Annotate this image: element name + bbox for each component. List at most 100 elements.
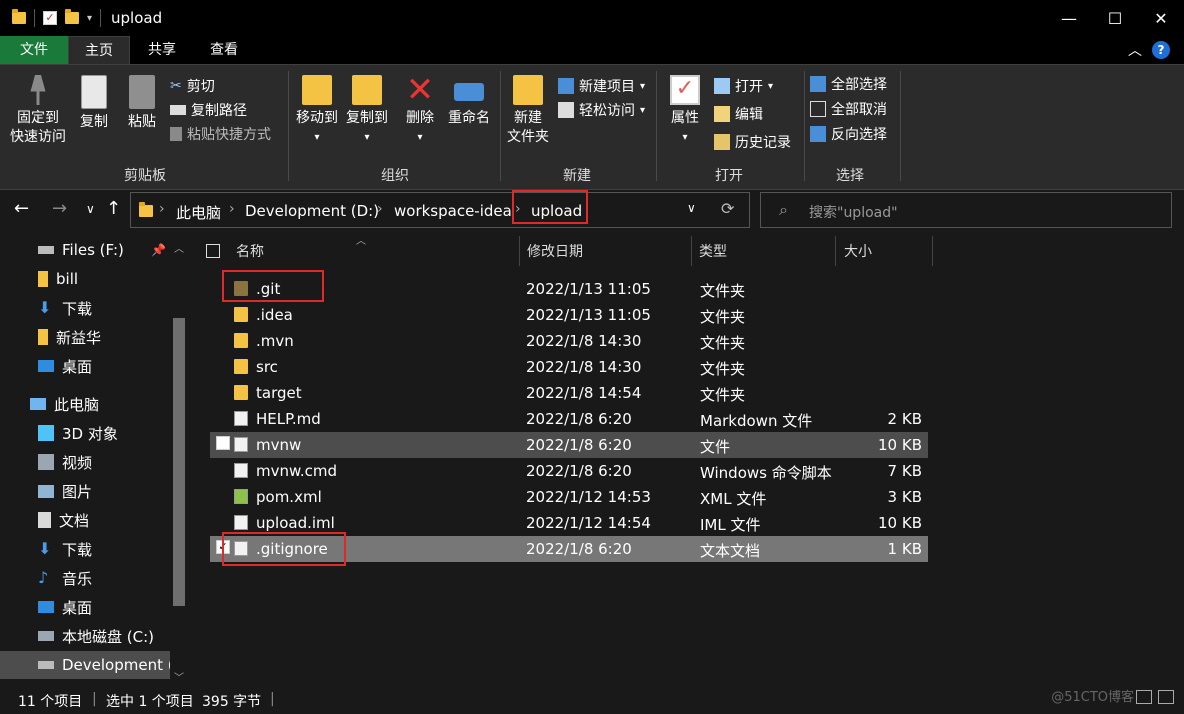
nav-item-3d-objects[interactable]: 3D 对象 bbox=[0, 419, 170, 447]
delete-button[interactable]: ✕ 删除 ▾ bbox=[400, 75, 440, 147]
breadcrumb-separator[interactable]: › bbox=[377, 201, 383, 217]
up-arrow-icon[interactable]: ↑ bbox=[106, 198, 121, 219]
details-view-icon[interactable] bbox=[1136, 690, 1152, 704]
new-item-button[interactable]: 新建项目 ▾ bbox=[558, 75, 645, 97]
copy-to-button[interactable]: 复制到 ▾ bbox=[342, 75, 392, 147]
highlight-box bbox=[512, 190, 588, 224]
invert-selection-button[interactable]: 反向选择 bbox=[810, 123, 887, 145]
status-bar: 11 个项目 | 选中 1 个项目 395 字节 | bbox=[0, 684, 1184, 714]
properties-icon[interactable]: ✓ bbox=[43, 11, 57, 25]
history-button[interactable]: 历史记录 bbox=[714, 131, 791, 153]
nav-item-development-d[interactable]: Development ( bbox=[0, 651, 170, 679]
nav-item-pictures[interactable]: 图片 bbox=[0, 477, 170, 505]
easy-access-button[interactable]: 轻松访问 ▾ bbox=[558, 99, 645, 121]
copy-button[interactable]: 复制 bbox=[72, 75, 116, 132]
breadcrumb-development[interactable]: Development (D:) bbox=[245, 202, 379, 220]
forward-arrow-icon[interactable]: → bbox=[52, 198, 67, 219]
group-label-select: 选择 bbox=[815, 165, 885, 185]
divider[interactable] bbox=[519, 236, 520, 266]
rename-button[interactable]: 重命名 bbox=[444, 75, 494, 128]
large-icons-view-icon[interactable] bbox=[1158, 690, 1174, 704]
nav-item-files-f[interactable]: Files (F:) 📌 bbox=[0, 236, 170, 264]
file-row-pom-xml[interactable]: pom.xml 2022/1/12 14:53 XML 文件 3 KB bbox=[210, 484, 928, 510]
tab-file[interactable]: 文件 bbox=[0, 36, 68, 64]
divider[interactable] bbox=[835, 236, 836, 266]
copy-icon bbox=[81, 75, 107, 109]
select-none-icon bbox=[810, 101, 826, 117]
collapse-ribbon-icon[interactable]: ︿ bbox=[1128, 40, 1142, 60]
nav-item-this-pc[interactable]: 此电脑 bbox=[0, 390, 170, 418]
column-header-name[interactable]: 名称 ︿ bbox=[206, 232, 516, 270]
file-row-mvnw-cmd[interactable]: mvnw.cmd 2022/1/8 6:20 Windows 命令脚本 7 KB bbox=[210, 458, 928, 484]
tab-share[interactable]: 共享 bbox=[134, 36, 190, 64]
file-row-help-md[interactable]: HELP.md 2022/1/8 6:20 Markdown 文件 2 KB bbox=[210, 406, 928, 432]
breadcrumb-this-pc[interactable]: 此电脑 bbox=[176, 202, 221, 223]
scroll-up-icon[interactable]: ︿ bbox=[174, 240, 184, 255]
select-none-button[interactable]: 全部取消 bbox=[810, 98, 887, 120]
open-button[interactable]: 打开 ▾ bbox=[714, 75, 773, 97]
new-folder-button[interactable]: 新建 文件夹 bbox=[504, 75, 552, 147]
file-row-src[interactable]: src 2022/1/8 14:30 文件夹 bbox=[210, 354, 928, 380]
folder-icon bbox=[234, 359, 248, 374]
nav-item-music[interactable]: ♪ 音乐 bbox=[0, 564, 170, 592]
breadcrumb-separator[interactable]: › bbox=[159, 201, 165, 217]
file-row-target[interactable]: target 2022/1/8 14:54 文件夹 bbox=[210, 380, 928, 406]
copy-path-button[interactable]: 复制路径 bbox=[170, 99, 247, 121]
new-folder-icon[interactable] bbox=[65, 12, 79, 24]
back-arrow-icon[interactable]: ← bbox=[14, 198, 29, 219]
customize-quick-access-icon[interactable]: ▾ bbox=[87, 13, 92, 24]
minimize-button[interactable]: — bbox=[1046, 0, 1092, 36]
properties-button[interactable]: ✓ 属性 ▾ bbox=[662, 75, 708, 147]
pin-icon[interactable]: 📌 bbox=[151, 243, 166, 257]
move-to-icon bbox=[302, 75, 332, 105]
nav-scrollbar[interactable]: ︿ ﹀ bbox=[171, 240, 187, 684]
file-icon bbox=[234, 515, 248, 530]
download-icon: ⬇ bbox=[38, 541, 54, 557]
divider[interactable] bbox=[932, 236, 933, 266]
nav-item-downloads[interactable]: ⬇ 下载 bbox=[0, 294, 170, 322]
close-button[interactable]: ✕ bbox=[1138, 0, 1184, 36]
column-header-date[interactable]: 修改日期 bbox=[527, 232, 687, 270]
nav-item-xinyihua[interactable]: 新益华 bbox=[0, 323, 170, 351]
row-checkbox[interactable] bbox=[216, 436, 230, 450]
search-placeholder[interactable]: 搜索"upload" bbox=[809, 202, 898, 222]
move-to-button[interactable]: 移动到 ▾ bbox=[292, 75, 342, 147]
column-header-type[interactable]: 类型 bbox=[699, 232, 829, 270]
scroll-down-icon[interactable]: ﹀ bbox=[174, 669, 184, 684]
scrollbar-thumb[interactable] bbox=[173, 318, 185, 606]
recent-locations-icon[interactable]: ∨ bbox=[86, 202, 95, 216]
paste-shortcut-button[interactable]: 粘贴快捷方式 bbox=[170, 123, 271, 145]
refresh-icon[interactable]: ⟳ bbox=[721, 199, 734, 218]
select-all-button[interactable]: 全部选择 bbox=[810, 73, 887, 95]
nav-item-downloads-2[interactable]: ⬇ 下载 bbox=[0, 535, 170, 563]
highlight-box bbox=[222, 532, 346, 566]
nav-item-documents[interactable]: 文档 bbox=[0, 506, 170, 534]
breadcrumb-workspace-idea[interactable]: workspace-idea bbox=[394, 202, 512, 220]
maximize-button[interactable]: ☐ bbox=[1092, 0, 1138, 36]
divider[interactable] bbox=[691, 236, 692, 266]
address-bar[interactable]: › 此电脑 › Development (D:) › workspace-ide… bbox=[130, 192, 750, 228]
edit-button[interactable]: 编辑 bbox=[714, 103, 763, 125]
paste-button[interactable]: 粘贴 bbox=[120, 75, 164, 132]
search-box[interactable]: ⌕ 搜索"upload" bbox=[760, 192, 1172, 228]
drive-icon bbox=[38, 246, 54, 254]
pin-quick-access-button[interactable]: 固定到 快速访问 bbox=[8, 75, 68, 147]
file-row-idea[interactable]: .idea 2022/1/13 11:05 文件夹 bbox=[210, 302, 928, 328]
nav-item-local-disk-c[interactable]: 本地磁盘 (C:) bbox=[0, 622, 170, 650]
nav-item-desktop[interactable]: 桌面 bbox=[0, 352, 170, 380]
help-icon[interactable]: ? bbox=[1152, 41, 1170, 59]
nav-item-desktop-2[interactable]: 桌面 bbox=[0, 593, 170, 621]
nav-item-bill[interactable]: bill bbox=[0, 265, 170, 293]
select-all-checkbox[interactable] bbox=[206, 244, 220, 258]
nav-item-videos[interactable]: 视频 bbox=[0, 448, 170, 476]
breadcrumb-separator[interactable]: › bbox=[229, 201, 235, 217]
tab-home[interactable]: 主页 bbox=[68, 36, 130, 64]
column-header-size[interactable]: 大小 bbox=[844, 232, 924, 270]
divider: | bbox=[92, 691, 97, 707]
tab-view[interactable]: 查看 bbox=[196, 36, 252, 64]
cut-button[interactable]: ✂ 剪切 bbox=[170, 75, 215, 97]
file-row-mvn[interactable]: .mvn 2022/1/8 14:30 文件夹 bbox=[210, 328, 928, 354]
address-history-dropdown-icon[interactable]: ∨ bbox=[687, 201, 696, 215]
file-row-mvnw[interactable]: mvnw 2022/1/8 6:20 文件 10 KB bbox=[210, 432, 928, 458]
group-label-new: 新建 bbox=[542, 165, 612, 185]
